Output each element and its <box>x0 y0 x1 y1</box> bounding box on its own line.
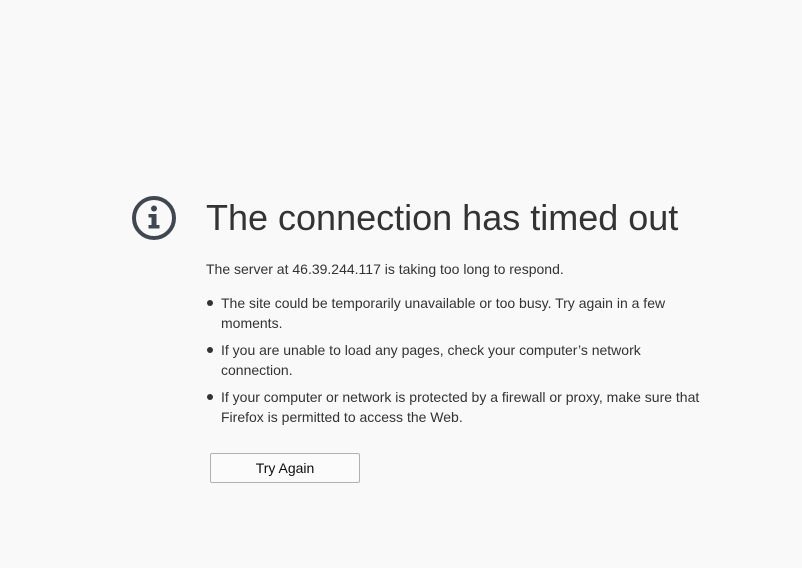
suggestion-item: The site could be temporarily unavailabl… <box>206 293 716 333</box>
suggestion-item: If your computer or network is protected… <box>206 387 716 427</box>
error-title: The connection has timed out <box>206 197 679 238</box>
suggestion-item: If you are unable to load any pages, che… <box>206 340 716 380</box>
error-content: The connection has timed out The server … <box>206 194 746 483</box>
bullet-dot <box>207 347 213 353</box>
suggestion-text: If your computer or network is protected… <box>221 389 700 425</box>
info-icon <box>132 196 176 240</box>
bullet-dot <box>207 394 213 400</box>
suggestion-text: The site could be temporarily unavailabl… <box>221 295 666 331</box>
try-again-button[interactable]: Try Again <box>210 453 360 483</box>
suggestion-text: If you are unable to load any pages, che… <box>221 342 641 378</box>
error-page: The connection has timed out The server … <box>0 0 802 568</box>
bullet-dot <box>207 300 213 306</box>
suggestion-list: The site could be temporarily unavailabl… <box>206 293 716 427</box>
error-description: The server at 46.39.244.117 is taking to… <box>206 261 564 277</box>
